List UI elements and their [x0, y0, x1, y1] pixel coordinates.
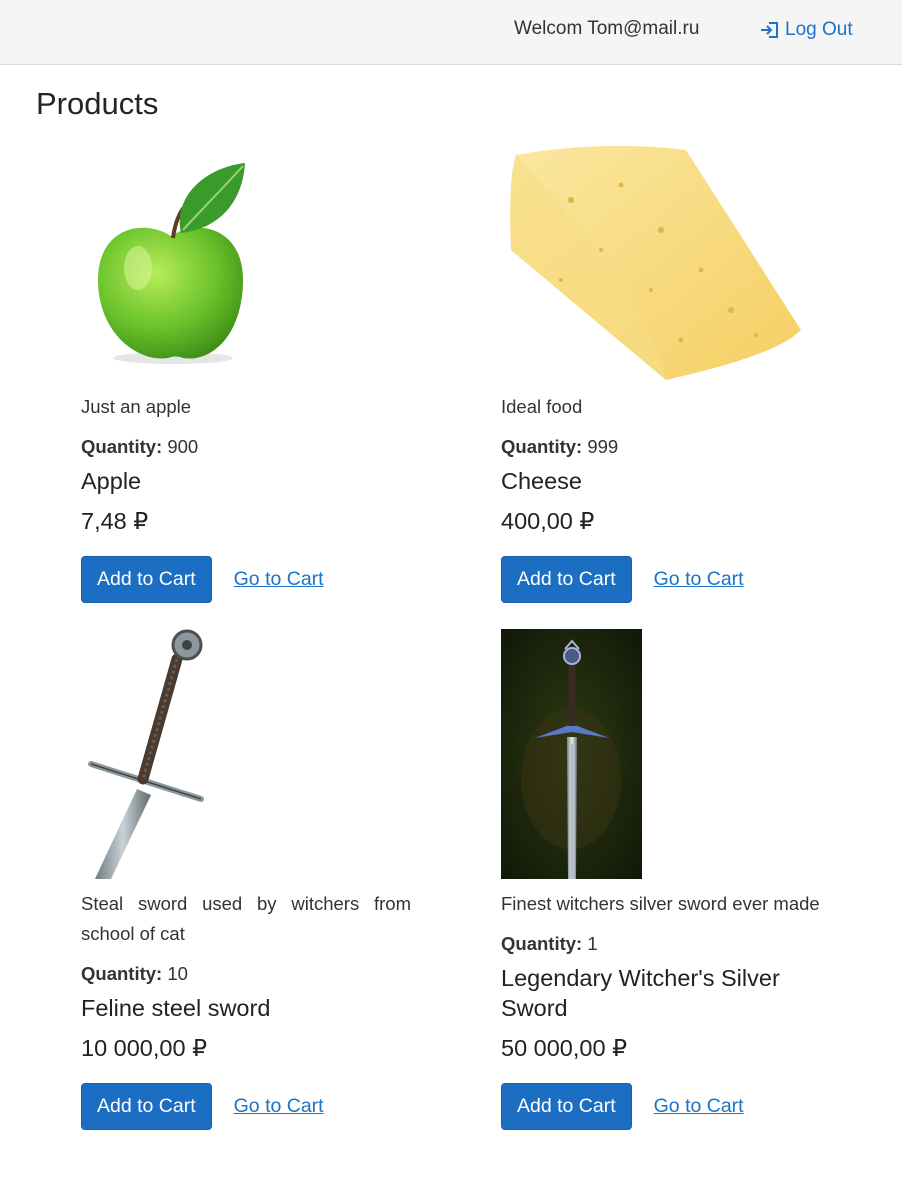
welcome-text: Welcom Tom@mail.ru	[514, 18, 700, 39]
product-name: Apple	[81, 468, 142, 494]
quantity-label: Quantity:	[81, 963, 163, 984]
top-navbar: Welcom Tom@mail.ru Log Out	[0, 0, 902, 65]
quantity-value: 900	[167, 436, 199, 457]
product-quantity: Quantity: 1	[501, 929, 831, 959]
go-to-cart-link[interactable]: Go to Cart	[654, 1095, 744, 1118]
add-to-cart-button[interactable]: Add to Cart	[81, 556, 212, 603]
quantity-value: 999	[587, 436, 619, 457]
product-card: Just an apple Quantity: 900 Apple 7,48 ₽…	[81, 140, 411, 603]
product-price: 7,48 ₽	[81, 508, 149, 534]
product-description: Finest witchers silver sword ever made	[501, 893, 820, 914]
cheese-image	[501, 140, 831, 392]
product-name: Feline steel sword	[81, 995, 271, 1021]
quantity-value: 10	[167, 963, 188, 984]
go-to-cart-link[interactable]: Go to Cart	[654, 568, 744, 591]
sign-out-icon	[761, 22, 778, 38]
apple-image	[81, 140, 411, 392]
silver-sword-image	[501, 629, 831, 889]
quantity-label: Quantity:	[501, 436, 583, 457]
product-description: Ideal food	[501, 396, 583, 417]
quantity-label: Quantity:	[81, 436, 163, 457]
go-to-cart-link[interactable]: Go to Cart	[234, 568, 324, 591]
product-card: Steal sword used by witchers from school…	[81, 629, 411, 1130]
add-to-cart-button[interactable]: Add to Cart	[501, 556, 632, 603]
product-card: Finest witchers silver sword ever made Q…	[501, 629, 831, 1130]
product-quantity: Quantity: 900	[81, 432, 411, 462]
product-card: Ideal food Quantity: 999 Cheese 400,00 ₽…	[501, 140, 831, 603]
product-price: 50 000,00 ₽	[501, 1035, 628, 1061]
product-quantity: Quantity: 999	[501, 432, 831, 462]
add-to-cart-button[interactable]: Add to Cart	[501, 1083, 632, 1130]
product-quantity: Quantity: 10	[81, 959, 411, 989]
steel-sword-image	[81, 629, 411, 889]
page-title: Products	[36, 86, 159, 121]
product-name: Cheese	[501, 468, 582, 494]
logout-link[interactable]: Log Out	[760, 18, 853, 42]
add-to-cart-button[interactable]: Add to Cart	[81, 1083, 212, 1130]
logout-label: Log Out	[785, 19, 853, 40]
product-price: 10 000,00 ₽	[81, 1035, 208, 1061]
quantity-label: Quantity:	[501, 933, 583, 954]
product-price: 400,00 ₽	[501, 508, 595, 534]
go-to-cart-link[interactable]: Go to Cart	[234, 1095, 324, 1118]
product-name: Legendary Witcher's Silver Sword	[501, 965, 780, 1021]
quantity-value: 1	[587, 933, 598, 954]
product-description: Steal sword used by witchers from school…	[81, 893, 411, 944]
